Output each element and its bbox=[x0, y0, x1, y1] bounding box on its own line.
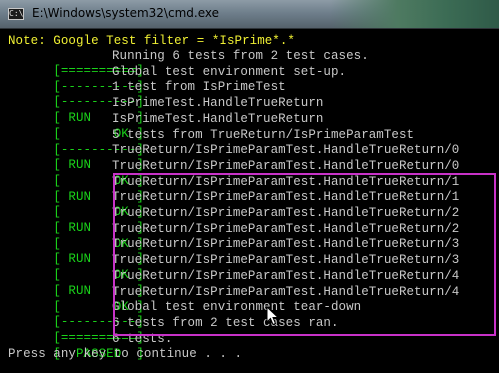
console-line: [ RUN ] TrueReturn/IsPrimeParamTest.Handl… bbox=[8, 143, 459, 172]
line-text: Global test environment set-up. bbox=[112, 64, 347, 79]
console-line: [----------] 5 tests from TrueReturn/IsPr… bbox=[8, 128, 414, 157]
mouse-cursor-icon bbox=[266, 306, 280, 326]
cmd-window: C:\ E:\Windows\system32\cmd.exe Note: Go… bbox=[0, 0, 499, 373]
cmd-window-icon[interactable]: C:\ bbox=[8, 8, 24, 20]
line-text: IsPrimeTest.HandleTrueReturn bbox=[112, 96, 324, 111]
line-text: 5 tests from TrueReturn/IsPrimeParamTest bbox=[112, 127, 415, 142]
console-line: [----------] 1 test from IsPrimeTest bbox=[8, 80, 285, 109]
console-line: [ OK ] TrueReturn/IsPrimeParamTest.Handle… bbox=[8, 159, 459, 188]
continue-prompt: Press any key to continue . . . bbox=[8, 347, 243, 362]
line-text: TrueReturn/IsPrimeParamTest.HandleTrueRe… bbox=[112, 143, 460, 158]
highlight-annotation-box bbox=[113, 173, 496, 336]
line-text: TrueReturn/IsPrimeParamTest.HandleTrueRe… bbox=[112, 158, 460, 173]
console-line: [----------] Global test environment set-… bbox=[8, 65, 346, 94]
title-bar-glass bbox=[330, 0, 499, 28]
line-text: IsPrimeTest.HandleTrueReturn bbox=[112, 111, 324, 126]
console-line: [ OK ] IsPrimeTest.HandleTrueReturn bbox=[8, 112, 323, 141]
console-output[interactable]: Note: Google Test filter = *IsPrime*.* [… bbox=[8, 29, 499, 373]
title-bar[interactable]: C:\ E:\Windows\system32\cmd.exe bbox=[0, 0, 499, 29]
console-line: [ RUN ] IsPrimeTest.HandleTrueReturn bbox=[8, 96, 323, 125]
line-text: 1 test from IsPrimeTest bbox=[112, 80, 286, 95]
filter-note-line: Note: Google Test filter = *IsPrime*.* bbox=[8, 34, 295, 48]
window-title: E:\Windows\system32\cmd.exe bbox=[32, 6, 219, 20]
console-line: [==========] Running 6 tests from 2 test … bbox=[8, 49, 368, 78]
line-text: Running 6 tests from 2 test cases. bbox=[112, 49, 369, 63]
